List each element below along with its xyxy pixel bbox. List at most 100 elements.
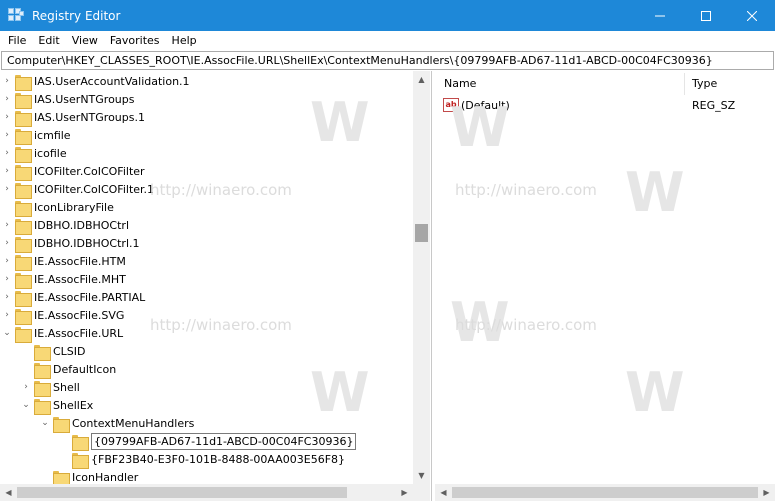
tree-vertical-scrollbar[interactable]: ▲ ▼ — [413, 71, 430, 484]
tree-item[interactable]: CLSID — [19, 342, 86, 361]
value-type: REG_SZ — [692, 99, 736, 112]
expander-placeholder — [0, 198, 14, 216]
tree-item[interactable]: › ICOFilter.CoICOFilter — [0, 162, 145, 181]
chevron-down-icon[interactable]: ⌄ — [0, 324, 14, 342]
maximize-button[interactable] — [683, 0, 729, 31]
chevron-right-icon[interactable]: › — [0, 216, 14, 234]
watermark-w: W — [625, 161, 685, 224]
values-horizontal-scrollbar[interactable]: ◀ ▶ — [435, 484, 775, 501]
tree-item[interactable]: {09799AFB-AD67-11d1-ABCD-00C04FC30936} — [57, 432, 357, 451]
folder-icon — [14, 217, 32, 235]
tree-item-label: IE.AssocFile.SVG — [34, 308, 125, 322]
tree-item[interactable]: ⌄ ShellEx — [19, 396, 94, 415]
scroll-left-icon[interactable]: ◀ — [0, 484, 17, 501]
chevron-right-icon[interactable]: › — [0, 126, 14, 144]
folder-icon — [33, 343, 51, 361]
tree-item[interactable]: › IE.AssocFile.PARTIAL — [0, 288, 145, 307]
tree-item[interactable]: › IAS.UserNTGroups — [0, 90, 135, 109]
string-value-icon: ab — [443, 98, 459, 112]
scroll-right-icon[interactable]: ▶ — [396, 484, 413, 501]
chevron-right-icon[interactable]: › — [0, 270, 14, 288]
chevron-right-icon[interactable]: › — [0, 108, 14, 126]
minimize-button[interactable] — [637, 0, 683, 31]
scroll-thumb[interactable] — [415, 224, 428, 242]
tree-item[interactable]: › IDBHO.IDBHOCtrl — [0, 216, 130, 235]
menu-file[interactable]: File — [2, 31, 32, 50]
expander-placeholder — [57, 432, 71, 450]
folder-icon — [14, 145, 32, 163]
tree-item[interactable]: › IAS.UserNTGroups.1 — [0, 108, 145, 127]
tree-item[interactable]: › icofile — [0, 144, 67, 163]
column-divider[interactable] — [684, 73, 685, 95]
tree-horizontal-scrollbar[interactable]: ◀ ▶ — [0, 484, 413, 501]
value-row[interactable]: ab (Default) REG_SZ — [435, 98, 775, 114]
folder-icon — [52, 469, 70, 487]
expander-placeholder — [19, 360, 33, 378]
chevron-right-icon[interactable]: › — [0, 234, 14, 252]
tree-item[interactable]: › IE.AssocFile.HTM — [0, 252, 126, 271]
folder-icon — [14, 181, 32, 199]
tree-item-label: icmfile — [34, 128, 71, 142]
tree-item[interactable]: › IE.AssocFile.SVG — [0, 306, 125, 325]
key-tree-pane[interactable]: › IAS.UserAccountValidation.1 › IAS.UserNTG… — [0, 71, 432, 501]
chevron-right-icon[interactable]: › — [0, 162, 14, 180]
tree-item[interactable]: › IAS.UserAccountValidation.1 — [0, 72, 190, 91]
folder-icon — [14, 91, 32, 109]
tree-item[interactable]: IconLibraryFile — [0, 198, 114, 217]
tree-item-label: ICOFilter.CoICOFilter.1 — [34, 182, 155, 196]
chevron-right-icon[interactable]: › — [19, 378, 33, 396]
tree-item[interactable]: DefaultIcon — [19, 360, 116, 379]
folder-icon — [14, 199, 32, 217]
value-name: (Default) — [461, 99, 510, 112]
scroll-right-icon[interactable]: ▶ — [758, 484, 775, 501]
chevron-right-icon[interactable]: › — [0, 72, 14, 90]
tree-item-label: ContextMenuHandlers — [72, 416, 195, 430]
watermark-w: W — [625, 361, 685, 424]
tree-item[interactable]: ⌄ ContextMenuHandlers — [38, 414, 195, 433]
menu-edit[interactable]: Edit — [32, 31, 65, 50]
tree-item[interactable]: › IE.AssocFile.MHT — [0, 270, 126, 289]
folder-icon — [14, 109, 32, 127]
scroll-thumb[interactable] — [17, 487, 347, 498]
tree-item[interactable]: › icmfile — [0, 126, 71, 145]
folder-icon — [52, 415, 70, 433]
column-header-name[interactable]: Name — [444, 71, 684, 96]
tree-item-label: ICOFilter.CoICOFilter — [34, 164, 145, 178]
column-header-type[interactable]: Type — [692, 71, 772, 96]
watermark-w: W — [310, 91, 370, 154]
tree-item[interactable]: › ICOFilter.CoICOFilter.1 — [0, 180, 155, 199]
tree-item[interactable]: {FBF23B40-E3F0-101B-8488-00AA003E56F8} — [57, 450, 345, 469]
tree-item-label: CLSID — [53, 344, 86, 358]
chevron-down-icon[interactable]: ⌄ — [19, 396, 33, 414]
menu-bar: File Edit View Favorites Help — [0, 31, 775, 50]
tree-item[interactable]: ⌄ IE.AssocFile.URL — [0, 324, 123, 343]
menu-help[interactable]: Help — [166, 31, 203, 50]
scroll-left-icon[interactable]: ◀ — [435, 484, 452, 501]
scroll-down-icon[interactable]: ▼ — [413, 467, 430, 484]
chevron-right-icon[interactable]: › — [0, 180, 14, 198]
chevron-right-icon[interactable]: › — [0, 306, 14, 324]
tree-item-label: ShellEx — [53, 398, 94, 412]
expander-placeholder — [19, 342, 33, 360]
title-bar: Registry Editor — [0, 0, 775, 31]
values-pane[interactable]: Name Type ab (Default) REG_SZ W W W W ht… — [435, 71, 775, 501]
minimize-icon — [655, 15, 665, 16]
tree-item[interactable]: › Shell — [19, 378, 80, 397]
tree-item[interactable]: › IDBHO.IDBHOCtrl.1 — [0, 234, 140, 253]
folder-icon — [33, 361, 51, 379]
menu-favorites[interactable]: Favorites — [104, 31, 166, 50]
tree-item-label: icofile — [34, 146, 67, 160]
chevron-down-icon[interactable]: ⌄ — [38, 414, 52, 432]
scroll-thumb[interactable] — [452, 487, 758, 498]
scroll-up-icon[interactable]: ▲ — [413, 71, 430, 88]
close-button[interactable] — [729, 0, 775, 31]
chevron-right-icon[interactable]: › — [0, 288, 14, 306]
chevron-right-icon[interactable]: › — [0, 90, 14, 108]
tree-item-label: IDBHO.IDBHOCtrl — [34, 218, 130, 232]
folder-icon — [33, 379, 51, 397]
address-bar[interactable]: Computer\HKEY_CLASSES_ROOT\IE.AssocFile.… — [1, 51, 774, 70]
tree-item-label: IAS.UserNTGroups.1 — [34, 110, 145, 124]
menu-view[interactable]: View — [66, 31, 104, 50]
chevron-right-icon[interactable]: › — [0, 144, 14, 162]
chevron-right-icon[interactable]: › — [0, 252, 14, 270]
